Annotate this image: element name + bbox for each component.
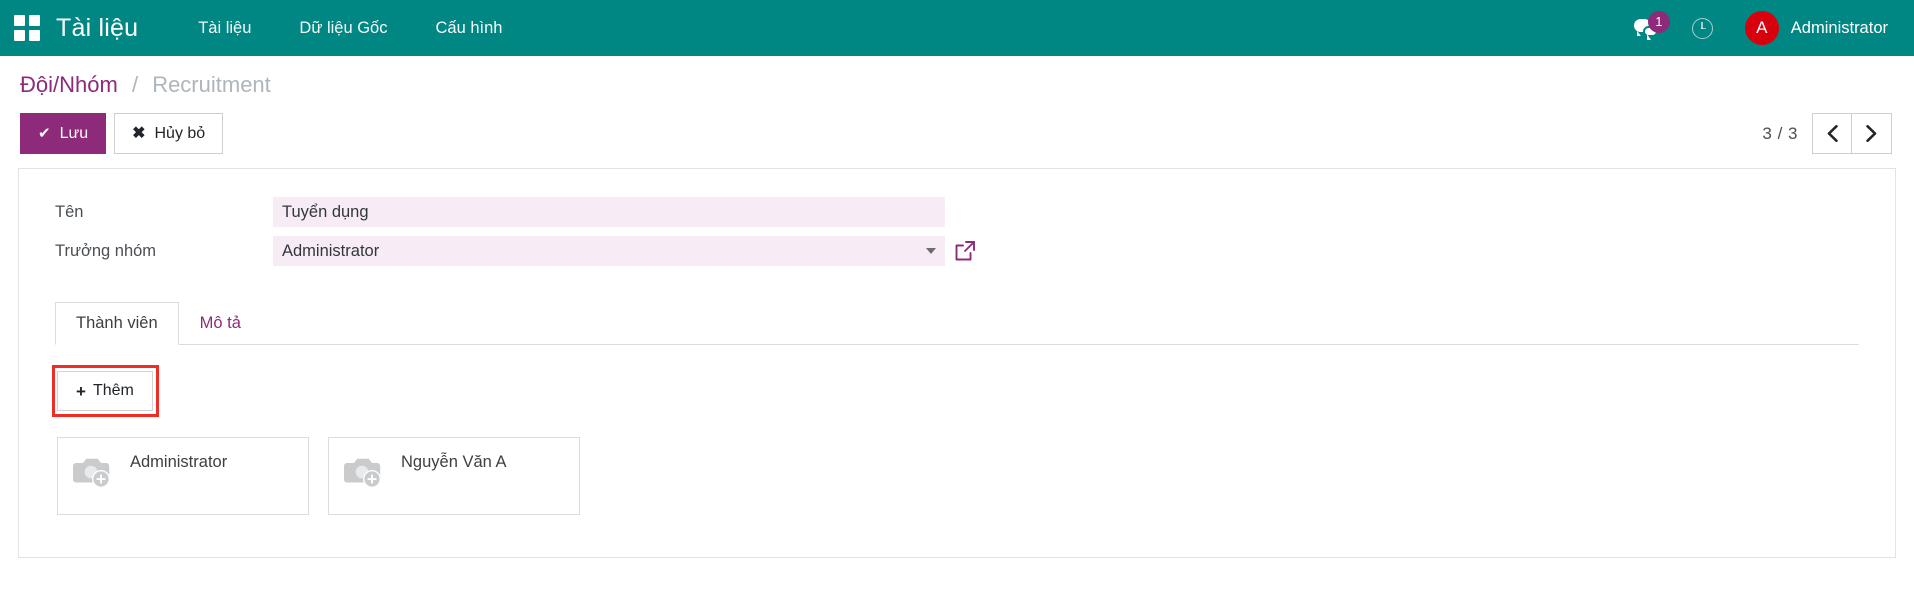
- pager-previous-button[interactable]: [1812, 113, 1852, 154]
- clock-icon: [1691, 17, 1713, 39]
- notebook-page-members: + Thêm Administrator Nguyễn Văn A: [52, 345, 1859, 525]
- app-brand-title[interactable]: Tài liệu: [56, 14, 138, 43]
- form-row-name: Tên: [55, 197, 1859, 227]
- discard-button-label: Hủy bỏ: [154, 124, 206, 142]
- avatar: A: [1744, 11, 1779, 45]
- plus-icon: +: [76, 381, 86, 401]
- external-link-icon[interactable]: [954, 240, 976, 262]
- apps-grid-square: [14, 30, 25, 41]
- messaging-badge-count: 1: [1647, 11, 1670, 33]
- breadcrumb-parent-link[interactable]: Đội/Nhóm: [20, 72, 118, 97]
- messaging-menu-button[interactable]: 1: [1618, 0, 1676, 56]
- menu-item-master-data[interactable]: Dữ liệu Gốc: [275, 0, 411, 56]
- top-navbar: Tài liệu Tài liệu Dữ liệu Gốc Cấu hình 1…: [0, 0, 1914, 56]
- add-member-button-label: Thêm: [92, 382, 134, 399]
- main-menu: Tài liệu Dữ liệu Gốc Cấu hình: [174, 0, 526, 56]
- pager-buttons: [1812, 113, 1892, 154]
- camera-placeholder-glyph: [344, 458, 381, 488]
- apps-grid-square: [29, 15, 40, 26]
- form-row-team-leader: Trưởng nhóm: [55, 236, 1859, 266]
- breadcrumb-separator: /: [131, 72, 139, 97]
- member-name-label: Administrator: [130, 453, 228, 471]
- field-label-name: Tên: [55, 202, 84, 221]
- team-leader-input[interactable]: [273, 236, 945, 266]
- field-label-team-leader: Trưởng nhóm: [55, 241, 157, 260]
- notebook: Thành viên Mô tả + Thêm Administrator Ng…: [52, 302, 1859, 525]
- form-sheet: Tên Trưởng nhóm: [18, 168, 1896, 558]
- apps-grid-square: [29, 30, 40, 41]
- menu-item-documents[interactable]: Tài liệu: [174, 0, 275, 56]
- record-action-buttons: ✔ Lưu ✖ Hủy bỏ: [20, 113, 224, 154]
- add-member-button[interactable]: + Thêm: [57, 371, 153, 411]
- times-icon: ✖: [132, 124, 146, 142]
- name-input[interactable]: [273, 197, 945, 227]
- camera-placeholder-glyph: [73, 458, 110, 488]
- menu-item-configuration[interactable]: Cấu hình: [411, 0, 526, 56]
- member-card-list: Administrator Nguyễn Văn A: [57, 437, 1857, 515]
- tab-members[interactable]: Thành viên: [55, 302, 179, 345]
- member-name-label: Nguyễn Văn A: [401, 453, 507, 471]
- control-panel: Đội/Nhóm / Recruitment ✔ Lưu ✖ Hủy bỏ 3 …: [0, 56, 1914, 154]
- check-icon: ✔: [38, 125, 51, 142]
- field-cell-team-leader: [273, 236, 976, 266]
- tab-description[interactable]: Mô tả: [179, 302, 262, 345]
- save-button-label: Lưu: [59, 124, 89, 142]
- user-name-label: Administrator: [1790, 18, 1888, 37]
- chevron-left-icon: [1827, 125, 1838, 142]
- activity-menu-button[interactable]: [1676, 0, 1729, 56]
- breadcrumb: Đội/Nhóm / Recruitment: [20, 70, 1892, 100]
- record-pager: 3 / 3: [1762, 113, 1892, 154]
- discard-button[interactable]: ✖ Hủy bỏ: [114, 113, 224, 154]
- odoo-form-view: Tài liệu Tài liệu Dữ liệu Gốc Cấu hình 1…: [0, 0, 1914, 596]
- external-link-glyph: [955, 241, 975, 261]
- notebook-tab-list: Thành viên Mô tả: [55, 302, 1859, 345]
- breadcrumb-current-record: Recruitment: [152, 72, 271, 97]
- camera-placeholder-icon: [72, 452, 116, 492]
- save-button[interactable]: ✔ Lưu: [20, 113, 107, 154]
- navbar-right-group: 1 A Administrator: [1618, 0, 1892, 56]
- form-field-group: Tên Trưởng nhóm: [55, 197, 1859, 266]
- control-panel-actions: ✔ Lưu ✖ Hủy bỏ 3 / 3: [20, 113, 1892, 154]
- add-button-wrapper: + Thêm: [52, 365, 159, 417]
- table-row[interactable]: Nguyễn Văn A: [328, 437, 580, 515]
- user-menu-button[interactable]: A Administrator: [1729, 0, 1892, 56]
- chevron-right-icon: [1866, 125, 1877, 142]
- pager-count-label: 3 / 3: [1762, 123, 1798, 143]
- table-row[interactable]: Administrator: [57, 437, 309, 515]
- field-cell-name: [273, 197, 945, 227]
- team-leader-many2one: [273, 236, 945, 266]
- camera-placeholder-icon: [343, 452, 387, 492]
- apps-grid-square: [14, 15, 25, 26]
- pager-next-button[interactable]: [1852, 113, 1892, 154]
- apps-grid-icon[interactable]: [14, 15, 40, 41]
- form-sheet-background: Tên Trưởng nhóm: [0, 168, 1914, 576]
